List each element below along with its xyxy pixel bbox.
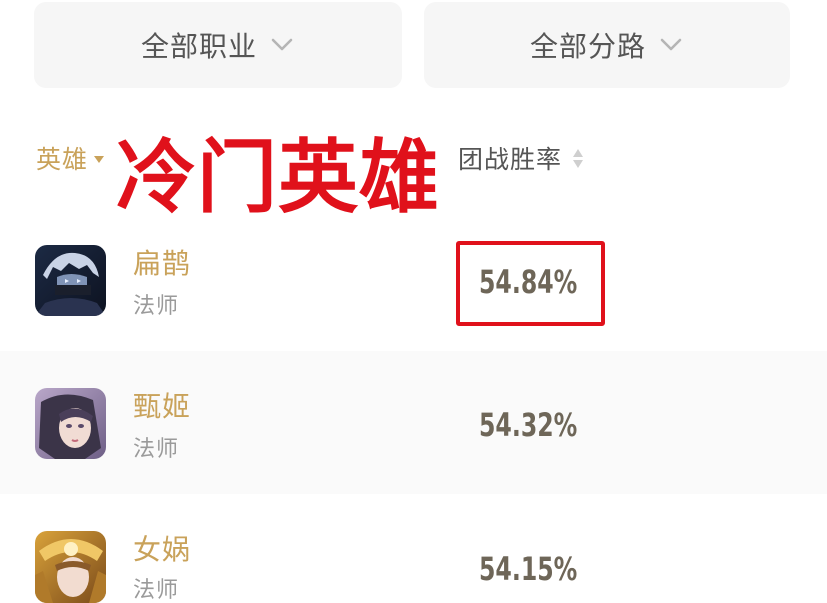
hero-row[interactable]: 扁鹊 法师 54.84% [0, 208, 827, 351]
hero-column-label: 英雄 [36, 145, 89, 174]
hero-ranking-page: 全部职业 全部分路 英雄 团战胜率 冷门英雄 扁鹊 法师 54.84% 甄姬 法… [0, 0, 827, 603]
sort-toggle-icon [572, 145, 584, 171]
annotation-text: 冷门英雄 [116, 131, 440, 224]
win-rate-column-label: 团战胜率 [458, 145, 563, 174]
hero-win-rate: 54.15% [479, 550, 578, 588]
lane-filter-label: 全部分路 [529, 30, 646, 63]
lane-filter-dropdown[interactable]: 全部分路 [424, 2, 790, 88]
hero-name: 扁鹊 [133, 247, 192, 280]
hero-role: 法师 [133, 437, 180, 462]
hero-name: 女娲 [133, 533, 192, 566]
win-rate-column-header[interactable]: 团战胜率 [458, 140, 584, 176]
chevron-down-icon [269, 32, 295, 58]
sort-caret-down-icon [94, 155, 105, 163]
hero-row[interactable]: 女娲 法师 54.15% [0, 494, 827, 603]
hero-name: 甄姬 [133, 390, 192, 423]
hero-role: 法师 [133, 294, 180, 319]
hero-avatar [35, 531, 106, 603]
highlight-box [456, 241, 605, 326]
hero-role: 法师 [133, 578, 180, 603]
hero-win-rate: 54.32% [479, 406, 578, 444]
hero-avatar [35, 388, 106, 459]
role-filter-dropdown[interactable]: 全部职业 [34, 2, 402, 88]
chevron-down-icon [658, 32, 684, 58]
hero-column-header[interactable]: 英雄 [36, 140, 105, 176]
hero-avatar [35, 245, 106, 316]
hero-row[interactable]: 甄姬 法师 54.32% [0, 351, 827, 494]
role-filter-label: 全部职业 [140, 30, 257, 63]
